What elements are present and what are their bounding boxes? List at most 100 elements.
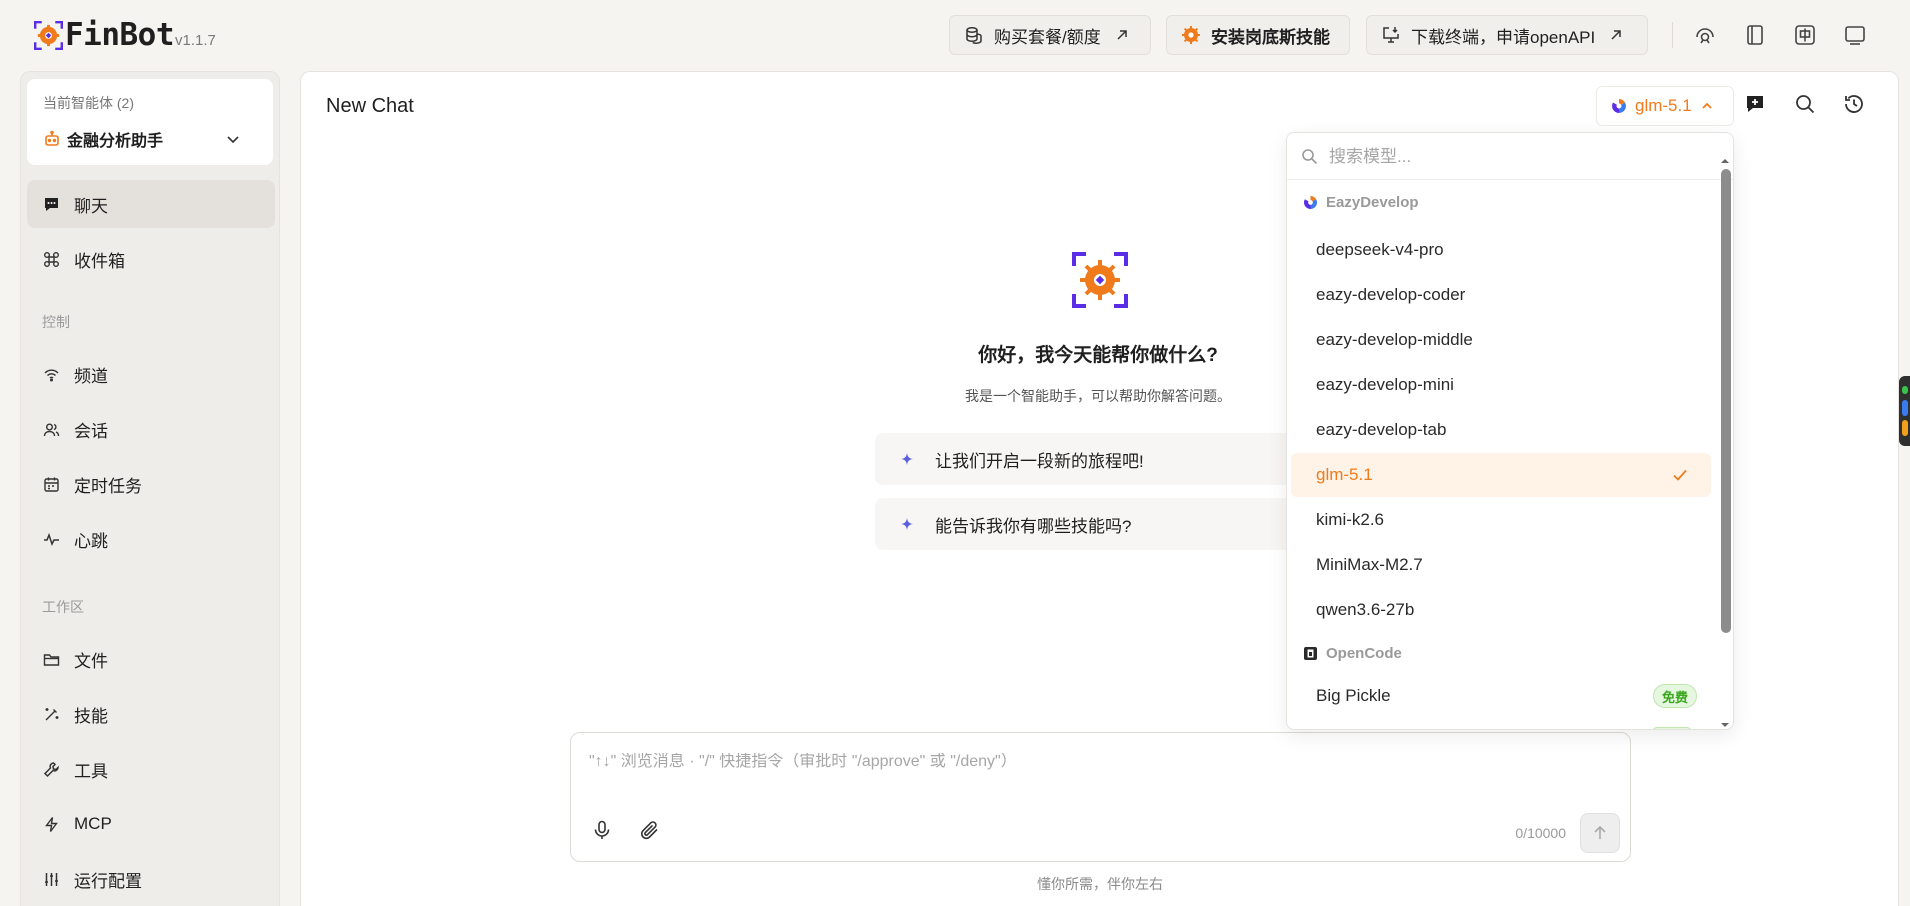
- sidebar-item-files[interactable]: 文件: [27, 635, 275, 683]
- scrollbar-thumb[interactable]: [1721, 169, 1731, 633]
- sidebar-item-sessions[interactable]: 会话: [27, 405, 275, 453]
- model-search-input[interactable]: [1329, 145, 1709, 169]
- chat-title: New Chat: [326, 95, 414, 117]
- model-option-label: MiniMax-M2.7: [1316, 555, 1423, 574]
- sidebar-item-mcp[interactable]: MCP: [27, 800, 275, 848]
- floating-widget-tab[interactable]: [1899, 376, 1910, 446]
- window-icon[interactable]: [1843, 23, 1867, 47]
- sidebar-item-heartbeat[interactable]: 心跳: [27, 515, 275, 563]
- sidebar-item-inbox[interactable]: 收件箱: [27, 235, 275, 283]
- buy-package-button[interactable]: 购买套餐/额度: [949, 15, 1151, 55]
- model-option-label: qwen3.6-27b: [1316, 600, 1415, 619]
- app-logo[interactable]: FinBot v1.1.7: [34, 20, 216, 51]
- sparkle-icon: [901, 518, 913, 530]
- opencode-logo-icon: [1304, 647, 1317, 660]
- status-dot: [1902, 386, 1908, 394]
- model-option[interactable]: eazy-develop-middle: [1291, 318, 1711, 362]
- model-option[interactable]: qwen3.6-27b: [1291, 588, 1711, 632]
- paperclip-icon[interactable]: [639, 819, 661, 841]
- character-counter: 0/10000: [1515, 825, 1566, 841]
- model-option[interactable]: MiniMax-M2.7: [1291, 543, 1711, 587]
- coins-icon: [966, 27, 982, 44]
- checkmark-icon: [1673, 469, 1687, 481]
- topbar-divider: [1672, 22, 1673, 48]
- download-terminal-button[interactable]: 下载终端，申请openAPI: [1366, 15, 1648, 55]
- history-icon[interactable]: [1843, 93, 1865, 115]
- sidebar-item-tools[interactable]: 工具: [27, 745, 275, 793]
- microphone-icon[interactable]: [591, 819, 613, 841]
- book-icon[interactable]: [1743, 23, 1767, 47]
- finbot-logo-icon: [34, 21, 63, 50]
- pulse-icon: [44, 532, 59, 546]
- language-zh-icon[interactable]: [1793, 23, 1817, 47]
- finbot-welcome-logo-icon: [1072, 252, 1128, 308]
- suggestion-button[interactable]: 让我们开启一段新的旅程吧!: [875, 433, 1295, 485]
- model-option[interactable]: deepseek-v4-pro: [1291, 228, 1711, 272]
- gear-flower-icon: [1182, 26, 1200, 44]
- sidebar-item-label: 工具: [74, 761, 108, 781]
- model-option[interactable]: eazy-develop-mini: [1291, 363, 1711, 407]
- model-option-label: eazy-develop-mini: [1316, 375, 1454, 394]
- download-terminal-label: 下载终端，申请openAPI: [1411, 27, 1596, 47]
- status-bar: [1902, 420, 1908, 436]
- scroll-up-arrow-icon[interactable]: [1721, 157, 1729, 165]
- suggestion-text: 让我们开启一段新的旅程吧!: [935, 451, 1144, 471]
- magic-wand-icon: [45, 707, 59, 720]
- sidebar-item-chat[interactable]: 聊天: [27, 180, 275, 228]
- app-version: v1.1.7: [174, 32, 216, 49]
- sidebar-item-label: 聊天: [74, 196, 108, 216]
- model-option-selected[interactable]: glm-5.1: [1291, 453, 1711, 497]
- users-icon: [43, 423, 60, 436]
- sidebar-item-skills[interactable]: 技能: [27, 690, 275, 738]
- footer-tagline: 懂你所需，伴你左右: [1037, 876, 1163, 892]
- free-badge: 免费: [1652, 684, 1697, 708]
- robot-icon: [45, 130, 59, 146]
- message-composer: 0/10000: [570, 732, 1631, 862]
- assistant-icon[interactable]: [1693, 23, 1717, 47]
- suggestion-button[interactable]: 能告诉我你有哪些技能吗?: [875, 498, 1295, 550]
- sidebar-item-scheduled-tasks[interactable]: 定时任务: [27, 460, 275, 508]
- new-chat-icon[interactable]: [1744, 93, 1766, 115]
- model-group-name: OpenCode: [1326, 645, 1402, 662]
- agent-count-label: 当前智能体 (2): [43, 95, 134, 111]
- sidebar-item-label: 收件箱: [74, 251, 125, 271]
- message-input[interactable]: [589, 753, 1589, 771]
- model-option[interactable]: eazy-develop-tab: [1291, 408, 1711, 452]
- section-header-control: 控制: [42, 314, 70, 330]
- model-option[interactable]: eazy-develop-coder: [1291, 273, 1711, 317]
- model-option-label: Big Pickle: [1316, 686, 1391, 705]
- install-skill-button[interactable]: 安装岗底斯技能: [1166, 15, 1350, 55]
- status-bar: [1902, 400, 1908, 416]
- search-icon[interactable]: [1794, 93, 1816, 115]
- agent-name: 金融分析助手: [67, 133, 164, 150]
- sparkle-icon: [901, 453, 913, 465]
- free-badge-partial: [1652, 727, 1692, 729]
- model-option-label: glm-5.1: [1316, 465, 1373, 484]
- folder-icon: [43, 653, 60, 666]
- model-option[interactable]: kimi-k2.6: [1291, 498, 1711, 542]
- eazydevelop-logo-icon: [1303, 195, 1318, 210]
- agent-name-row: 金融分析助手: [43, 127, 163, 151]
- sidebar-item-label: 文件: [74, 651, 108, 671]
- dropdown-scrollbar[interactable]: [1719, 155, 1731, 729]
- buy-package-label: 购买套餐/额度: [994, 27, 1101, 47]
- scroll-down-arrow-icon[interactable]: [1721, 721, 1729, 729]
- model-option-label: eazy-develop-tab: [1316, 420, 1447, 439]
- chat-icon: [45, 197, 58, 211]
- chevron-down-icon[interactable]: [225, 131, 241, 147]
- model-selector-button[interactable]: glm-5.1: [1596, 86, 1734, 126]
- model-group-header: OpenCode: [1303, 645, 1402, 662]
- model-option-label: eazy-develop-middle: [1316, 330, 1473, 349]
- model-group-name: EazyDevelop: [1326, 194, 1419, 211]
- external-link-icon: [1611, 30, 1621, 40]
- send-button[interactable]: [1580, 813, 1620, 853]
- sidebar-item-label: 会话: [74, 421, 108, 441]
- sidebar-item-label: 心跳: [74, 531, 108, 551]
- arrow-up-icon: [1594, 825, 1606, 839]
- model-option[interactable]: Big Pickle 免费: [1291, 674, 1711, 718]
- agent-selector[interactable]: 当前智能体 (2) 金融分析助手: [27, 79, 273, 165]
- sidebar-item-label: MCP: [74, 814, 112, 833]
- external-link-icon: [1117, 30, 1127, 40]
- model-search: [1287, 133, 1733, 180]
- model-option-label: kimi-k2.6: [1316, 510, 1385, 529]
